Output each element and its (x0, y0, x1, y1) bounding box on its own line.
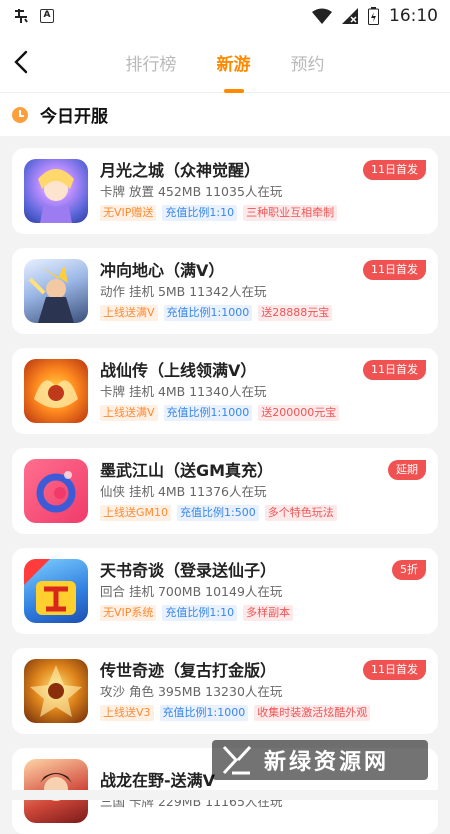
game-tag: 无VIP系统 (100, 605, 157, 621)
tab-reservation[interactable]: 预约 (291, 46, 325, 79)
section-header: 今日开服 (0, 92, 450, 136)
game-tag: 送28888元宝 (258, 305, 333, 321)
header: 排行榜 新游 预约 (0, 32, 450, 93)
release-badge: 11日首发 (363, 160, 426, 180)
list-item[interactable]: 战仙传（上线领满V） 卡牌 挂机 4MB 11340人在玩 上线送满V 充值比例… (12, 348, 438, 434)
game-name: 天书奇谈（登录送仙子） (100, 561, 277, 580)
game-tag: 上线送GM10 (100, 505, 172, 521)
tab-ranking[interactable]: 排行榜 (126, 46, 177, 79)
game-meta: 回合 挂机 700MB 10149人在玩 (100, 584, 283, 599)
watermark-text: 新绿资源网 (264, 750, 390, 775)
game-meta: 卡牌 挂机 4MB 11340人在玩 (100, 384, 267, 399)
game-meta: 攻沙 角色 395MB 13230人在玩 (100, 684, 283, 699)
game-tag: 充值比例1:1000 (163, 405, 253, 421)
game-meta: 仙侠 挂机 4MB 11376人在玩 (100, 484, 267, 499)
game-tag: 上线送满V (100, 305, 158, 321)
list-item[interactable]: 冲向地心（满V） 动作 挂机 5MB 11342人在玩 上线送满V 充值比例1:… (12, 248, 438, 334)
game-tag: 送200000元宝 (258, 405, 340, 421)
game-icon (24, 459, 88, 523)
watermark-logo-icon (222, 745, 252, 775)
game-tag: 收集时装激活炫酷外观 (254, 705, 371, 721)
status-time: 16:10 (389, 6, 438, 26)
signal-icon (342, 8, 358, 24)
text-a-icon: A (40, 9, 54, 23)
tab-bar: 排行榜 新游 预约 (126, 46, 325, 93)
bottom-edge (0, 790, 450, 800)
list-item[interactable]: 墨武江山（送GM真充） 仙侠 挂机 4MB 11376人在玩 上线送GM10 充… (12, 448, 438, 534)
release-badge: 5折 (392, 560, 426, 580)
tab-new-games[interactable]: 新游 (217, 46, 251, 93)
wifi-icon (312, 8, 332, 24)
game-tag: 多个特色玩法 (264, 505, 337, 521)
release-badge: 延期 (388, 460, 426, 480)
game-meta: 卡牌 放置 452MB 11035人在玩 (100, 184, 283, 199)
status-bar: A 16:10 (0, 0, 450, 32)
watermark: 新绿资源网 (212, 740, 428, 780)
game-list: 月光之城（众神觉醒） 卡牌 放置 452MB 11035人在玩 无VIP赠送 充… (0, 136, 450, 834)
game-tag: 充值比例1:1000 (163, 305, 253, 321)
release-badge: 11日首发 (363, 260, 426, 280)
list-item[interactable]: 传世奇迹（复古打金版） 攻沙 角色 395MB 13230人在玩 上线送V3 充… (12, 648, 438, 734)
release-badge: 11日首发 (363, 360, 426, 380)
game-tag: 充值比例1:10 (162, 605, 238, 621)
game-icon (24, 259, 88, 323)
game-tag: 充值比例1:1000 (159, 705, 249, 721)
game-tag: 上线送V3 (100, 705, 154, 721)
game-icon (24, 659, 88, 723)
game-tag: 无VIP赠送 (100, 205, 157, 221)
game-tag: 多样副本 (243, 605, 294, 621)
game-meta: 动作 挂机 5MB 11342人在玩 (100, 284, 267, 299)
release-badge: 11日首发 (363, 660, 426, 680)
game-tag: 充值比例1:10 (162, 205, 238, 221)
list-item[interactable]: 月光之城（众神觉醒） 卡牌 放置 452MB 11035人在玩 无VIP赠送 充… (12, 148, 438, 234)
list-item[interactable]: 天书奇谈（登录送仙子） 回合 挂机 700MB 10149人在玩 无VIP系统 … (12, 548, 438, 634)
game-tag: 上线送满V (100, 405, 158, 421)
alarm-clock-icon (12, 106, 28, 123)
battery-icon (368, 7, 379, 25)
game-tag: 三种职业互相牵制 (243, 205, 338, 221)
game-icon (24, 559, 88, 623)
game-tag: 充值比例1:500 (177, 505, 259, 521)
game-icon (24, 159, 88, 223)
section-title: 今日开服 (40, 107, 108, 127)
game-icon (24, 359, 88, 423)
back-arrow-icon[interactable] (10, 48, 34, 76)
notification-app-icon (15, 9, 28, 23)
